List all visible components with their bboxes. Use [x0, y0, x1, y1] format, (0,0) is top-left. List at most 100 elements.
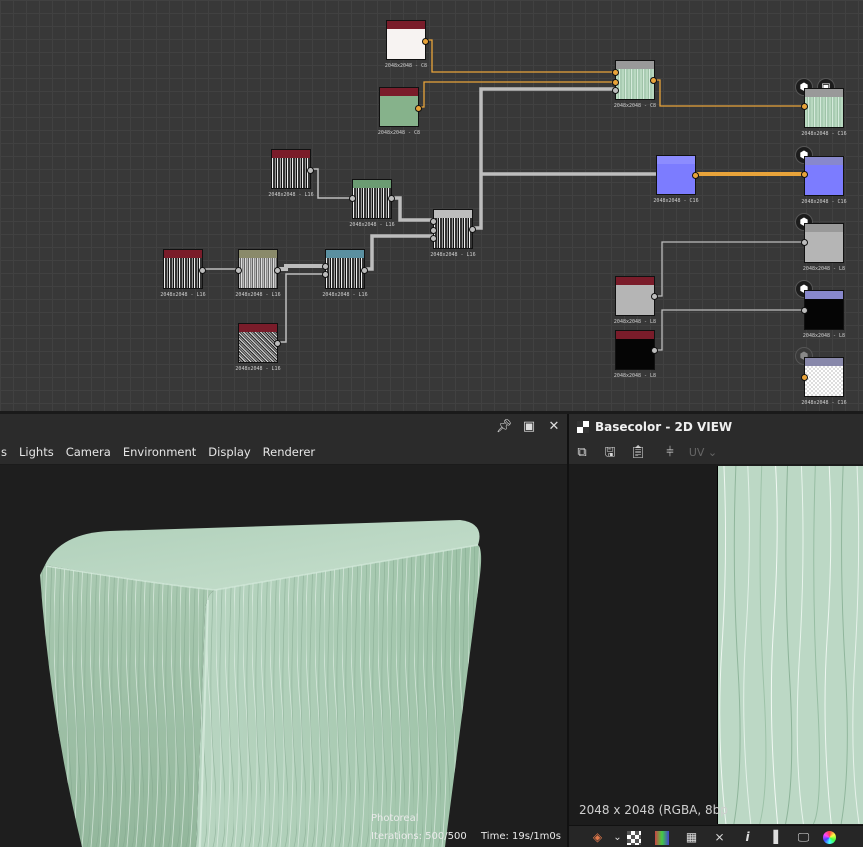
display-icon[interactable]: 🖵︎ [795, 829, 812, 846]
node-output-roughness[interactable]: 2048x2048 - L8 [801, 223, 845, 272]
node-label: 2048x2048 - C16 [653, 198, 699, 204]
output-port[interactable] [388, 195, 395, 202]
input-port[interactable] [430, 227, 437, 234]
node-label: 2048x2048 - L16 [430, 252, 476, 258]
2d-view-panel[interactable]: Basecolor - 2D VIEW ⧉ 🖫︎ 📋︎ ⫩ UV ⌄ 2048 … [569, 414, 863, 847]
node-blend-b[interactable]: 2048x2048 - L16 [430, 209, 476, 258]
node-output-normal[interactable]: 2048x2048 - C16 [801, 156, 847, 205]
node-grad-noise[interactable]: 2048x2048 - L16 [268, 149, 314, 198]
graph-wires [202, 39, 806, 351]
3d-view-panel[interactable]: 📌︎ ▣ ✕ s Lights Camera Environment Displ… [0, 414, 567, 847]
output-port[interactable] [692, 172, 699, 179]
3d-viewport[interactable] [0, 465, 567, 847]
input-port[interactable] [801, 307, 808, 314]
basecolor-texture[interactable] [717, 466, 863, 824]
transparency-icon[interactable] [627, 831, 641, 845]
info-icon[interactable]: i [739, 829, 756, 846]
input-port[interactable] [612, 69, 619, 76]
output-port[interactable] [651, 293, 658, 300]
node-label: 2048x2048 - C16 [801, 199, 847, 205]
node-label: 2048x2048 - L8 [802, 333, 846, 339]
node-normal[interactable]: 2048x2048 - C16 [653, 155, 699, 204]
output-port[interactable] [307, 167, 314, 174]
iterations-counter: Iterations: 500/500 [371, 831, 467, 842]
menu-environment[interactable]: Environment [123, 445, 196, 459]
output-port[interactable] [469, 226, 476, 233]
node-label: 2048x2048 - C8 [613, 103, 657, 109]
output-port[interactable] [650, 77, 657, 84]
output-port[interactable] [415, 105, 422, 112]
output-port[interactable] [422, 38, 429, 45]
input-port[interactable] [801, 103, 808, 110]
node-fiber[interactable]: 2048x2048 - L16 [160, 249, 206, 298]
node-warp[interactable]: 2048x2048 - L16 [235, 249, 281, 298]
maximize-icon[interactable]: ▣ [520, 418, 538, 436]
layers-icon[interactable]: ◈ [589, 829, 606, 846]
input-port[interactable] [612, 87, 619, 94]
input-port[interactable] [612, 79, 619, 86]
pin-icon[interactable]: 📌︎ [495, 418, 513, 436]
node-blend-color[interactable]: 2048x2048 - C8 [612, 60, 657, 109]
node-label: 2048x2048 - C8 [384, 63, 428, 69]
input-port[interactable] [801, 239, 808, 246]
input-port[interactable] [322, 263, 329, 270]
2d-view-toolbar: ⧉ 🖫︎ 📋︎ ⫩ UV ⌄ [569, 440, 863, 465]
input-port[interactable] [801, 374, 808, 381]
close-icon[interactable]: ✕ [545, 418, 563, 436]
menu-renderer[interactable]: Renderer [263, 445, 316, 459]
menu-camera[interactable]: Camera [66, 445, 111, 459]
input-port[interactable] [430, 218, 437, 225]
tiling-icon[interactable]: ▦ [683, 829, 700, 846]
chevron-down-icon: ⌄ [707, 446, 718, 459]
menu-lights[interactable]: Lights [19, 445, 54, 459]
node-label: 2048x2048 - L16 [235, 292, 281, 298]
output-port[interactable] [199, 267, 206, 274]
output-port[interactable] [274, 267, 281, 274]
node-noise[interactable]: 2048x2048 - L16 [235, 323, 281, 372]
node-output-height[interactable]: 2048x2048 - C16 [801, 357, 847, 406]
node-blend-c[interactable]: 2048x2048 - L16 [322, 249, 368, 298]
2d-view-bottombar: ◈ ⌄ ▦ ⨯ i ▐ 🖵︎ [569, 825, 863, 847]
2d-view-title: Basecolor - 2D VIEW [595, 420, 733, 434]
node-output-basecolor[interactable]: 2048x2048 - C16 [801, 88, 847, 137]
input-port[interactable] [430, 235, 437, 242]
share-icon[interactable]: ⫩ [661, 444, 679, 462]
copy-view-icon[interactable]: ⧉ [573, 444, 591, 462]
input-port[interactable] [349, 195, 356, 202]
uv-dropdown[interactable]: UV ⌄ [685, 444, 721, 462]
output-port[interactable] [361, 267, 368, 274]
2d-view-titlebar: Basecolor - 2D VIEW [569, 414, 863, 440]
node-uniform-black[interactable]: 2048x2048 - L8 [614, 330, 658, 379]
render-time: Time: 19s/1m0s [481, 831, 561, 842]
wire [417, 81, 617, 108]
node-label: 2048x2048 - L8 [613, 373, 657, 379]
wire [279, 264, 327, 271]
node-uniform-gray[interactable]: 2048x2048 - L8 [614, 276, 658, 325]
node-label: 2048x2048 - L16 [235, 366, 281, 372]
node-graph[interactable]: 2048x2048 - C8 2048x2048 - C8 2048x2048 … [0, 0, 863, 411]
wire [310, 168, 353, 199]
node-label: 2048x2048 - L16 [322, 292, 368, 298]
save-icon[interactable]: 🖫︎ [601, 444, 619, 462]
menu-display[interactable]: Display [208, 445, 250, 459]
chevron-down-icon[interactable]: ⌄ [609, 829, 626, 846]
uv-label: UV [688, 446, 705, 459]
input-port[interactable] [235, 267, 242, 274]
output-port[interactable] [274, 340, 281, 347]
node-blend-a[interactable]: 2048x2048 - L16 [349, 179, 395, 228]
clipboard-icon[interactable]: 📋︎ [629, 444, 647, 462]
output-port[interactable] [651, 347, 658, 354]
3d-view-titlebar: 📌︎ ▣ ✕ [0, 414, 567, 440]
color-wheel-icon[interactable] [823, 831, 836, 844]
channels-icon[interactable] [655, 831, 669, 845]
node-label: 2048x2048 - C16 [801, 131, 847, 137]
node-color-white[interactable]: 2048x2048 - C8 [385, 20, 429, 69]
histogram-icon[interactable]: ▐ [765, 829, 782, 846]
node-color-green[interactable]: 2048x2048 - C8 [378, 87, 422, 136]
pixel-info-icon[interactable]: ⨯ [711, 829, 728, 846]
input-port[interactable] [322, 271, 329, 278]
menu-materials[interactable]: s [1, 445, 7, 459]
input-port[interactable] [801, 171, 808, 178]
wire [653, 309, 806, 351]
node-output-metallic[interactable]: 2048x2048 - L8 [801, 290, 845, 339]
